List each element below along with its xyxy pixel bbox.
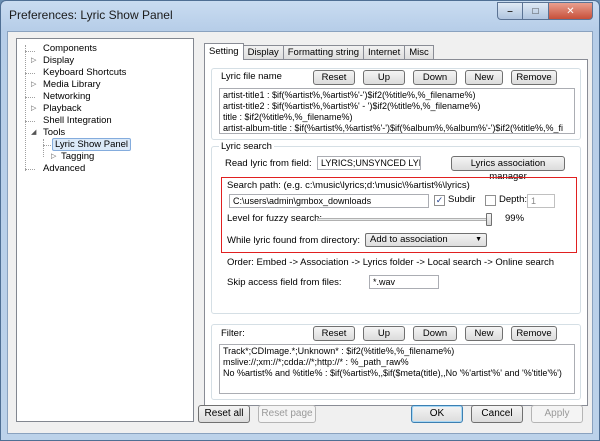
preferences-tree[interactable]: Components ▷ Display Keyboard Shortcuts … bbox=[16, 38, 194, 422]
depth-label: Depth: bbox=[499, 194, 527, 205]
filter-reset-button[interactable]: Reset bbox=[313, 326, 355, 341]
lfn-up-button[interactable]: Up bbox=[363, 70, 405, 85]
subdir-label: Subdir bbox=[448, 194, 476, 205]
filter-new-button[interactable]: New bbox=[465, 326, 503, 341]
client-area: Components ▷ Display Keyboard Shortcuts … bbox=[7, 31, 593, 434]
tab-setting[interactable]: Setting bbox=[204, 43, 244, 60]
tab-display[interactable]: Display bbox=[242, 45, 284, 60]
skip-access-input[interactable]: *.wav bbox=[369, 275, 439, 289]
list-item[interactable]: mslive://;xm://*;cdda://*;http://* : %_p… bbox=[223, 357, 571, 368]
lfn-new-button[interactable]: New bbox=[465, 70, 503, 85]
preferences-window: Preferences: Lyric Show Panel – □ ✕ Comp… bbox=[0, 0, 600, 441]
maximize-button[interactable]: □ bbox=[523, 2, 549, 20]
lfn-remove-button[interactable]: Remove bbox=[511, 70, 557, 85]
lfn-reset-button[interactable]: Reset bbox=[313, 70, 355, 85]
expand-arrow-icon[interactable]: ▷ bbox=[51, 151, 56, 163]
cancel-button[interactable]: Cancel bbox=[471, 405, 523, 423]
tree-item-tagging[interactable]: Tagging bbox=[61, 151, 94, 163]
list-item[interactable]: No %artist% and %title% : $if(%artist%,,… bbox=[223, 368, 571, 379]
caption-buttons: – □ ✕ bbox=[497, 2, 593, 20]
depth-checkbox[interactable] bbox=[485, 195, 496, 206]
tree-item-shell-integration[interactable]: Shell Integration bbox=[43, 115, 112, 127]
setting-tab-page: Lyric file name Reset Up Down New Remove… bbox=[204, 59, 588, 406]
filter-list[interactable]: Track*;CDImage.*;Unknown* : $if2(%title%… bbox=[219, 344, 575, 394]
tree-item-display[interactable]: Display bbox=[43, 55, 74, 67]
window-title: Preferences: Lyric Show Panel bbox=[9, 8, 173, 22]
list-item[interactable]: artist-title1 : $if(%artist%,%artist%'-'… bbox=[223, 90, 571, 101]
minimize-button[interactable]: – bbox=[497, 2, 523, 20]
search-order-text: Order: Embed -> Association -> Lyrics fo… bbox=[227, 257, 555, 268]
tab-internet[interactable]: Internet bbox=[363, 45, 406, 60]
filter-up-button[interactable]: Up bbox=[363, 326, 405, 341]
while-found-value: Add to association bbox=[370, 234, 448, 245]
list-item[interactable]: artist-album-title : $if(%artist%,%artis… bbox=[223, 123, 571, 133]
tree-item-lyric-show-panel[interactable]: Lyric Show Panel bbox=[52, 138, 132, 151]
apply-button[interactable]: Apply bbox=[531, 405, 583, 423]
list-item[interactable]: Track*;CDImage.*;Unknown* : $if2(%title%… bbox=[223, 346, 571, 357]
expand-arrow-icon[interactable]: ▷ bbox=[31, 79, 36, 91]
dropdown-arrow-icon: ▼ bbox=[475, 236, 482, 243]
close-button[interactable]: ✕ bbox=[549, 2, 593, 20]
filter-remove-button[interactable]: Remove bbox=[511, 326, 557, 341]
tree-item-networking[interactable]: Networking bbox=[43, 91, 91, 103]
reset-all-button[interactable]: Reset all bbox=[198, 405, 250, 423]
tree-item-keyboard-shortcuts[interactable]: Keyboard Shortcuts bbox=[43, 67, 126, 79]
tree-item-components[interactable]: Components bbox=[43, 43, 97, 55]
read-field-input[interactable]: LYRICS;UNSYNCED LYRICS bbox=[317, 156, 421, 170]
lfn-down-button[interactable]: Down bbox=[413, 70, 457, 85]
tab-misc[interactable]: Misc bbox=[404, 45, 434, 60]
list-item[interactable]: title : $if2(%title%,%_filename%) bbox=[223, 112, 571, 123]
while-found-dropdown[interactable]: Add to association ▼ bbox=[365, 233, 487, 247]
read-field-label: Read lyric from field: bbox=[225, 158, 312, 169]
tab-formatting-string[interactable]: Formatting string bbox=[282, 45, 365, 60]
search-path-label: Search path: (e.g. c:\music\lyrics;d:\mu… bbox=[227, 180, 470, 191]
skip-access-label: Skip access field from files: bbox=[227, 277, 342, 288]
subdir-checkbox[interactable]: ✓ bbox=[434, 195, 445, 206]
fuzzy-search-slider-thumb[interactable] bbox=[486, 213, 493, 226]
lyrics-association-manager-button[interactable]: Lyrics association manager bbox=[451, 156, 565, 182]
fuzzy-search-label: Level for fuzzy search: bbox=[227, 213, 323, 224]
search-path-input[interactable]: C:\users\admin\gmbox_downloads bbox=[229, 194, 429, 208]
tree-item-advanced[interactable]: Advanced bbox=[43, 163, 85, 175]
depth-spinner[interactable]: 1 bbox=[527, 194, 555, 208]
lyric-search-label: Lyric search bbox=[219, 141, 274, 152]
expand-arrow-icon[interactable]: ▷ bbox=[31, 55, 36, 67]
fuzzy-search-slider-track[interactable] bbox=[317, 218, 491, 221]
ok-button[interactable]: OK bbox=[411, 405, 463, 423]
lyric-file-name-label: Lyric file name bbox=[219, 71, 284, 82]
tab-strip: Setting Display Formatting string Intern… bbox=[204, 43, 434, 60]
title-bar[interactable]: Preferences: Lyric Show Panel – □ ✕ bbox=[1, 1, 599, 31]
while-found-label: While lyric found from directory: bbox=[227, 235, 361, 246]
expand-arrow-icon[interactable]: ▷ bbox=[31, 103, 36, 115]
reset-page-button[interactable]: Reset page bbox=[258, 405, 316, 423]
fuzzy-search-value: 99% bbox=[505, 213, 525, 224]
filter-label: Filter: bbox=[219, 328, 247, 339]
tree-item-playback[interactable]: Playback bbox=[43, 103, 82, 115]
collapse-arrow-icon[interactable]: ◢ bbox=[31, 127, 36, 139]
filter-down-button[interactable]: Down bbox=[413, 326, 457, 341]
list-item[interactable]: artist-title2 : $if(%artist%,%artist%' -… bbox=[223, 101, 571, 112]
tree-item-media-library[interactable]: Media Library bbox=[43, 79, 101, 91]
lyric-file-name-list[interactable]: artist-title1 : $if(%artist%,%artist%'-'… bbox=[219, 88, 575, 134]
